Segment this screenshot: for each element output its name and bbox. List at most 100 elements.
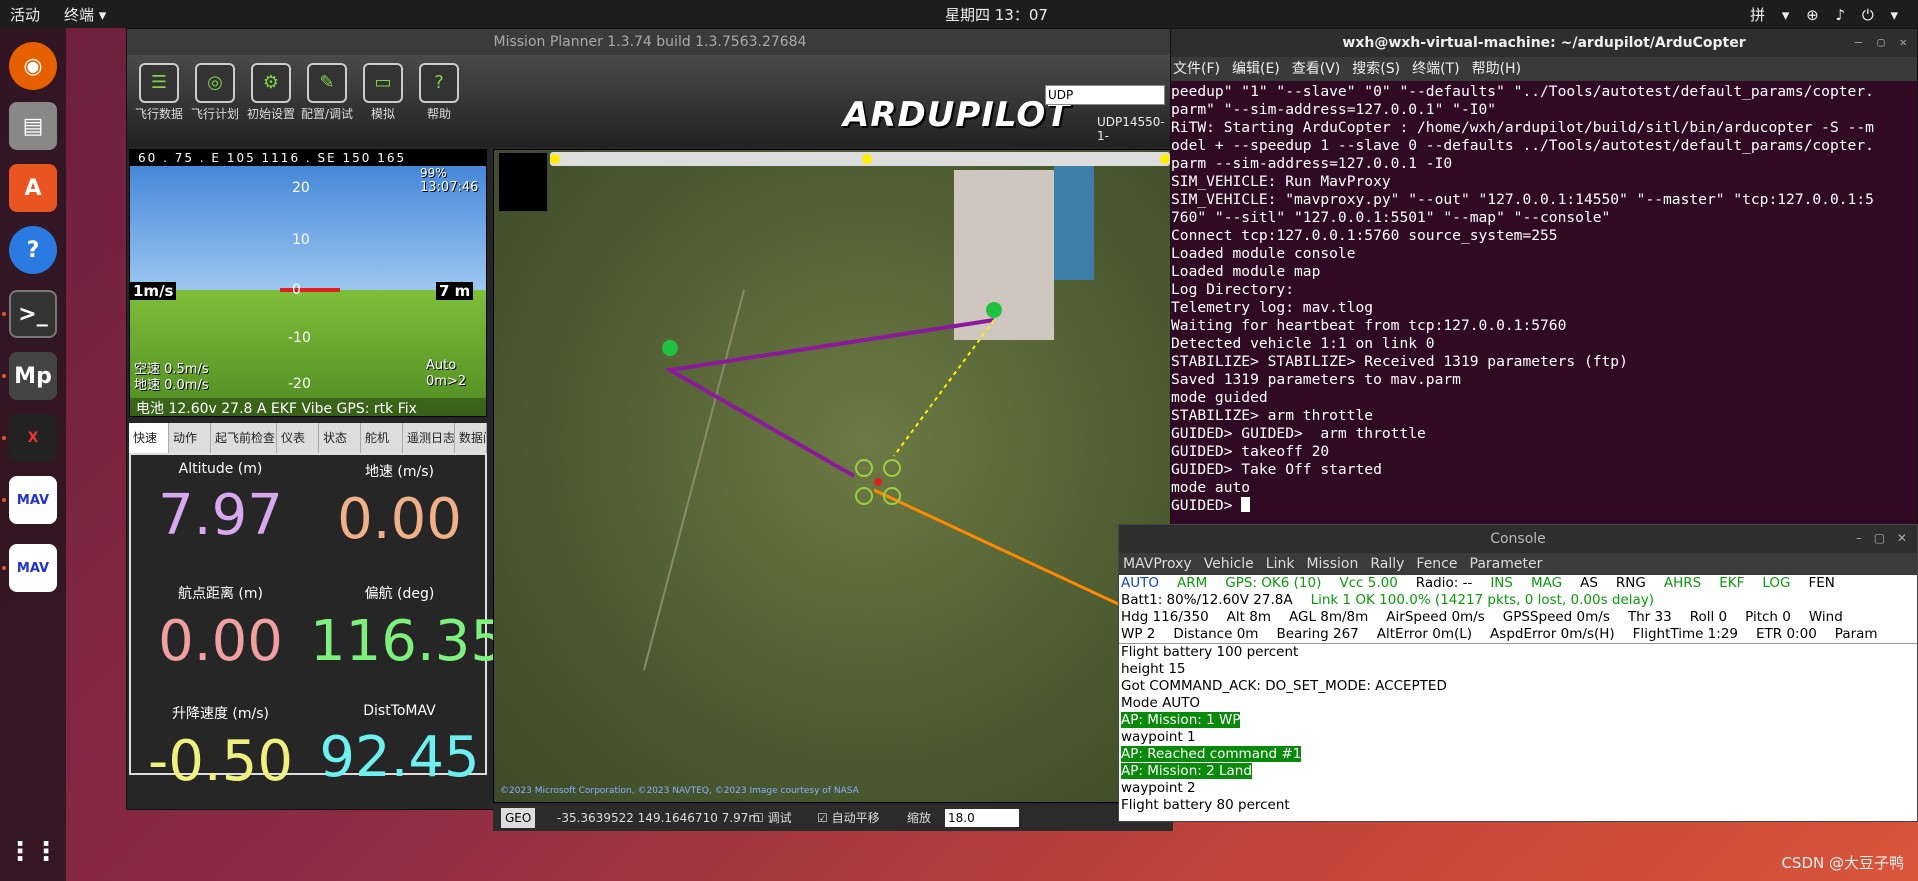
status-mode: AUTO bbox=[1121, 575, 1159, 591]
hud-percent: 99% bbox=[420, 166, 447, 180]
mp-title-bar: Mission Planner 1.3.74 build 1.3.7563.27… bbox=[127, 29, 1173, 55]
activities-button[interactable]: 活动 bbox=[10, 4, 40, 25]
slider-marker bbox=[862, 154, 872, 164]
mav-map-icon[interactable]: MAV bbox=[9, 544, 57, 592]
hud: 60 . 75 . E 105 1116 . SE 150 165 99% 13… bbox=[129, 149, 487, 417]
tab-servo[interactable]: 舵机 bbox=[361, 423, 403, 453]
log-line: height 15 bbox=[1121, 661, 1186, 677]
quick-wp-distance: 航点距离 (m) 0.00 bbox=[131, 583, 310, 674]
log-line: Got COMMAND_ACK: DO_SET_MODE: ACCEPTED bbox=[1121, 678, 1447, 694]
xterm-icon[interactable]: X bbox=[9, 414, 57, 462]
runway bbox=[954, 170, 1054, 340]
menu-parameter[interactable]: Parameter bbox=[1470, 556, 1543, 572]
hud-horizon-marker bbox=[280, 288, 340, 292]
terminal-line: Log Directory: bbox=[1171, 281, 1295, 298]
terminal-line: GUIDED> takeoff 20 bbox=[1171, 443, 1330, 460]
clock[interactable]: 星期四 13：07 bbox=[945, 4, 1048, 25]
map-zoom-control[interactable] bbox=[498, 152, 548, 212]
menu-view[interactable]: 查看(V) bbox=[1292, 61, 1341, 77]
map-view[interactable]: ©2023 Microsoft Corporation, ©2023 NAVTE… bbox=[493, 149, 1173, 803]
status-distance: Distance 0m bbox=[1173, 626, 1259, 642]
status-roll: Roll 0 bbox=[1689, 609, 1728, 625]
terminal-prompt-line: GUIDED> bbox=[1171, 497, 1917, 515]
console-status-row-3: Hdg 116/350 Alt 8m AGL 8m/8m AirSpeed 0m/s G… bbox=[1119, 609, 1917, 626]
software-center-icon[interactable]: A bbox=[9, 164, 57, 212]
menu-fence[interactable]: Fence bbox=[1416, 556, 1457, 572]
terminal-line: peedup" "1" "--slave" "0" "--defaults" "… bbox=[1171, 83, 1874, 100]
terminal-line: 760" "--sitl" "127.0.0.1:5501" "--map" "… bbox=[1171, 209, 1611, 226]
initial-setup-label: 初始设置 bbox=[246, 107, 295, 121]
debug-checkbox[interactable]: ☐ 调试 bbox=[753, 805, 792, 831]
terminal-line: GUIDED> GUIDED> arm throttle bbox=[1171, 425, 1426, 442]
mission-planner-icon[interactable]: Mp bbox=[9, 352, 57, 400]
mav-console-icon[interactable]: MAV bbox=[9, 476, 57, 524]
flight-plan-icon: ◎ bbox=[195, 63, 235, 103]
terminal-icon[interactable]: >_ bbox=[9, 290, 57, 338]
menu-search[interactable]: 搜索(S) bbox=[1352, 61, 1400, 77]
tab-preflight[interactable]: 起飞前检查 bbox=[211, 423, 277, 453]
flight-data-button[interactable]: ☰ 飞行数据 bbox=[131, 59, 187, 143]
quick-value: -0.50 bbox=[148, 729, 293, 794]
pitch-label: 20 bbox=[292, 180, 310, 196]
tab-quick[interactable]: 快速 bbox=[129, 423, 169, 453]
help-icon[interactable]: ? bbox=[9, 226, 57, 274]
tab-status[interactable]: 状态 bbox=[319, 423, 361, 453]
autopan-checkbox[interactable]: ☑ 自动平移 bbox=[817, 805, 880, 831]
debug-label: 调试 bbox=[767, 811, 792, 825]
coord-type-select[interactable]: GEO bbox=[501, 808, 536, 828]
terminal-output[interactable]: peedup" "1" "--slave" "0" "--defaults" "… bbox=[1171, 81, 1917, 521]
home-marker-icon[interactable] bbox=[986, 302, 1002, 318]
status-battery: Batt1: 80%/12.60V 27.8A bbox=[1121, 592, 1293, 608]
status-airspeed: AirSpeed 0m/s bbox=[1386, 609, 1485, 625]
menu-vehicle[interactable]: Vehicle bbox=[1204, 556, 1254, 572]
status-gps: GPS: OK6 (10) bbox=[1225, 575, 1322, 591]
quick-value: 116.35 bbox=[310, 609, 506, 674]
status-as: AS bbox=[1580, 575, 1598, 591]
terminal-line: Telemetry log: mav.tlog bbox=[1171, 299, 1374, 316]
system-tray[interactable]: 拼 ▾ ⊕ ♪ ⏻ ▾ bbox=[1750, 4, 1904, 25]
menu-link[interactable]: Link bbox=[1266, 556, 1295, 572]
menu-edit[interactable]: 编辑(E) bbox=[1232, 61, 1280, 77]
menu-help[interactable]: 帮助(H) bbox=[1472, 61, 1521, 77]
menu-rally[interactable]: Rally bbox=[1370, 556, 1404, 572]
console-log[interactable]: Flight battery 100 percent height 15 Got… bbox=[1119, 643, 1917, 823]
help-button[interactable]: ? 帮助 bbox=[411, 59, 467, 143]
zoom-input[interactable]: 18.0 bbox=[945, 809, 1019, 827]
flight-plan-button[interactable]: ◎ 飞行计划 bbox=[187, 59, 243, 143]
menu-mission[interactable]: Mission bbox=[1306, 556, 1358, 572]
menu-mavproxy[interactable]: MAVProxy bbox=[1123, 556, 1192, 572]
status-etr: ETR 0:00 bbox=[1756, 626, 1817, 642]
quick-panel: Altitude (m) 7.97 地速 (m/s) 0.00 航点距离 (m)… bbox=[129, 453, 506, 794]
window-controls[interactable]: – ▢ ✕ bbox=[1856, 531, 1911, 545]
flight-data-label: 飞行数据 bbox=[134, 107, 183, 121]
config-tuning-label: 配置/调试 bbox=[300, 107, 354, 121]
files-icon[interactable]: ▤ bbox=[9, 102, 57, 150]
running-indicator bbox=[2, 312, 6, 316]
tab-gauges[interactable]: 仪表 bbox=[277, 423, 319, 453]
terminal-line: RiTW: Starting ArduCopter : /home/wxh/ar… bbox=[1171, 119, 1874, 136]
terminal-window[interactable]: wxh@wxh-virtual-machine: ~/ardupilot/Ard… bbox=[1170, 28, 1918, 528]
status-bearing: Bearing 267 bbox=[1276, 626, 1359, 642]
log-line: Flight battery 80 percent bbox=[1121, 797, 1290, 813]
window-controls[interactable]: – ▢ ✕ bbox=[1855, 35, 1911, 49]
tab-actions[interactable]: 动作 bbox=[169, 423, 211, 453]
pitch-label: 10 bbox=[292, 232, 310, 248]
menu-terminal[interactable]: 终端(T) bbox=[1412, 61, 1459, 77]
config-tuning-button[interactable]: ✎ 配置/调试 bbox=[299, 59, 355, 143]
simulation-button[interactable]: ▭ 模拟 bbox=[355, 59, 411, 143]
terminal-line: STABILIZE> STABILIZE> Received 1319 para… bbox=[1171, 353, 1628, 370]
tab-telemetry-logs[interactable]: 遥测日志 bbox=[403, 423, 455, 453]
status-fence: FEN bbox=[1808, 575, 1835, 591]
initial-setup-button[interactable]: ⚙ 初始设置 bbox=[243, 59, 299, 143]
app-menu[interactable]: 终端 ▾ bbox=[64, 4, 106, 25]
waypoint-marker-icon[interactable] bbox=[662, 340, 678, 356]
mp-toolbar: ☰ 飞行数据 ◎ 飞行计划 ⚙ 初始设置 ✎ 配置/调试 ▭ 模拟 ? 帮助 ARDUPIL… bbox=[127, 55, 1175, 147]
help-label: 帮助 bbox=[426, 107, 451, 121]
menu-file[interactable]: 文件(F) bbox=[1173, 61, 1220, 77]
firefox-icon[interactable]: ◉ bbox=[9, 42, 57, 90]
map-slider[interactable] bbox=[550, 152, 1170, 166]
tab-dataflash[interactable]: 数据闪存 bbox=[455, 423, 487, 453]
port-label[interactable]: UDP14550-1- bbox=[1097, 115, 1175, 143]
connection-type-select[interactable]: UDP bbox=[1045, 85, 1165, 105]
show-apps-icon[interactable]: ⋮⋮ bbox=[7, 828, 59, 876]
